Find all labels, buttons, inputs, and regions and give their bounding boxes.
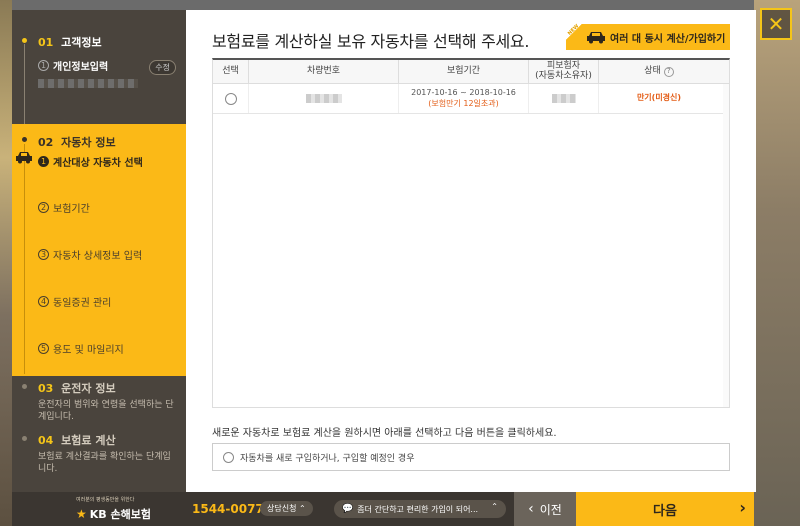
footer-bar: 여러분의 평생동반을 위한다 ★ KB 손해보험 1544-0077 상담신청 ⌃… xyxy=(12,492,754,526)
brand-slogan: 여러분의 평생동반을 위한다 xyxy=(76,497,135,503)
step-description: 운전자의 범위와 연령을 선택하는 단계입니다. xyxy=(38,400,174,422)
step-connector xyxy=(24,144,25,374)
step-description: 보험료 계산결과를 확인하는 단계입니다. xyxy=(38,452,171,474)
table-row[interactable]: 2017-10-16 ~ 2018-10-16 (보험만기 12일초과) 만기(… xyxy=(213,84,729,114)
help-icon[interactable]: ? xyxy=(663,66,674,77)
sub-step-number-icon: 4 xyxy=(38,296,49,307)
sub-step-number-icon: 5 xyxy=(38,343,49,354)
step-title: 운전자 정보 xyxy=(61,382,116,395)
period-value: 2017-10-16 ~ 2018-10-16 xyxy=(411,87,516,97)
kb-star-icon: ★ xyxy=(76,507,87,521)
sub-step-label: 동일증권 관리 xyxy=(53,298,112,309)
sub-step-number-icon: 3 xyxy=(38,249,49,260)
step-4-premium-calc: 04 보험료 계산 보험료 계산결과를 확인하는 단계입니다. xyxy=(12,432,186,475)
col-select: 선택 xyxy=(213,60,249,83)
close-icon: ✕ xyxy=(767,12,785,36)
kb-logo: 여러분의 평생동반을 위한다 ★ KB 손해보험 xyxy=(12,492,184,526)
sub-step-car-details[interactable]: 3 자동차 상세정보 입력 xyxy=(38,247,142,262)
page-title: 보험료를 계산하실 보유 자동차를 선택해 주세요. xyxy=(212,32,530,51)
status-badge: 만기(미경신) xyxy=(636,93,682,103)
chevron-left-icon: ‹ xyxy=(528,501,534,517)
consult-button[interactable]: 상담신청 ⌃ xyxy=(260,501,313,516)
step-dot xyxy=(22,137,27,142)
next-button[interactable]: 다음 › xyxy=(576,492,754,526)
step-number: 04 xyxy=(38,434,54,447)
table-header: 선택 차량번호 보험기간 피보험자 (자동차소유자) 상태 ? xyxy=(213,60,729,84)
col-insured: 피보험자 (자동차소유자) xyxy=(529,60,599,83)
table-scrollbar[interactable] xyxy=(723,84,729,407)
new-car-notice: 새로운 자동차로 보험료 계산을 원하시면 아래를 선택하고 다음 버튼을 클릭… xyxy=(212,428,557,439)
chevron-right-icon: › xyxy=(739,498,746,517)
col-period: 보험기간 xyxy=(399,60,529,83)
period-note: (보험만기 12일초과) xyxy=(428,98,499,108)
masked-insured xyxy=(551,94,576,103)
step-2-car-info: 02 자동차 정보 1 계산대상 자동차 선택 2 보험기간 3 자동차 상세정… xyxy=(12,124,186,376)
sub-step-insurance-period[interactable]: 2 보험기간 xyxy=(38,200,90,215)
car-table: 선택 차량번호 보험기간 피보험자 (자동차소유자) 상태 ? 2017-10-… xyxy=(212,58,730,408)
multi-car-calc-button[interactable]: NEW 여러 대 동시 계산/가입하기 xyxy=(566,23,730,50)
close-button[interactable]: ✕ xyxy=(760,8,792,40)
step-dot xyxy=(22,38,27,43)
brand-name: KB 손해보험 xyxy=(89,508,151,521)
select-radio[interactable] xyxy=(224,92,237,105)
edit-button[interactable]: 수정 xyxy=(149,60,176,75)
sub-step-label: 보험기간 xyxy=(53,204,90,215)
sub-step-label: 계산대상 자동차 선택 xyxy=(53,158,143,169)
step-title: 고객정보 xyxy=(61,36,102,49)
sub-step-label: 자동차 상세정보 입력 xyxy=(53,251,143,262)
sub-step-number-icon: 1 xyxy=(38,156,49,167)
step-number: 02 xyxy=(38,136,54,149)
prev-label: 이전 xyxy=(539,502,562,517)
car-icon xyxy=(16,152,32,164)
phone-number[interactable]: 1544-0077 xyxy=(192,502,264,516)
new-car-label: 자동차를 새로 구입하거나, 구입할 예정인 경우 xyxy=(240,453,415,464)
sub-step-label: 용도 및 마일리지 xyxy=(53,345,124,356)
period-cell: 2017-10-16 ~ 2018-10-16 (보험만기 12일초과) xyxy=(399,84,529,113)
sub-step-number-icon: 2 xyxy=(38,202,49,213)
background-left xyxy=(0,0,12,526)
multi-car-calc-label: 여러 대 동시 계산/가입하기 xyxy=(610,33,726,45)
next-label: 다음 xyxy=(653,503,677,519)
step-3-driver-info: 03 운전자 정보 운전자의 범위와 연령을 선택하는 단계입니다. xyxy=(12,380,186,423)
new-car-radio[interactable] xyxy=(223,451,234,463)
step-title: 자동차 정보 xyxy=(61,136,116,149)
sub-step-number-icon: 1 xyxy=(38,60,49,71)
sub-step-label: 개인정보입력 xyxy=(53,62,109,73)
sub-step-select-car[interactable]: 1 계산대상 자동차 선택 xyxy=(38,154,143,169)
sub-step-usage-mileage[interactable]: 5 용도 및 마일리지 xyxy=(38,341,124,356)
chevron-up-icon: ⌃ xyxy=(491,502,498,511)
masked-personal-data xyxy=(38,79,138,88)
background-right xyxy=(754,0,800,526)
step-dot xyxy=(22,436,27,441)
col-status: 상태 ? xyxy=(599,60,719,83)
step-number: 01 xyxy=(38,36,54,49)
step-1-customer-info[interactable]: 01 고객정보 1 개인정보입력 수정 xyxy=(12,34,186,124)
main-panel: 보험료를 계산하실 보유 자동차를 선택해 주세요. NEW 여러 대 동시 계… xyxy=(186,10,756,492)
chat-bubble-icon: 💬 xyxy=(342,504,354,514)
masked-car-number xyxy=(305,94,342,103)
step-title: 보험료 계산 xyxy=(61,434,116,447)
new-car-option[interactable]: 자동차를 새로 구입하거나, 구입할 예정인 경우 xyxy=(212,443,730,471)
chat-text: 좀더 간단하고 편리한 가입이 되어... xyxy=(357,504,479,514)
col-car-number: 차량번호 xyxy=(249,60,399,83)
chat-bar[interactable]: 💬 좀더 간단하고 편리한 가입이 되어... ⌃ xyxy=(334,500,506,518)
step-dot xyxy=(22,384,27,389)
new-badge: NEW xyxy=(566,23,582,40)
car-icon xyxy=(587,32,605,44)
sub-step-policy-management[interactable]: 4 동일증권 관리 xyxy=(38,294,111,309)
step-sidebar: 01 고객정보 1 개인정보입력 수정 02 자동차 정보 1 계산대상 자동차… xyxy=(12,10,186,492)
step-number: 03 xyxy=(38,382,54,395)
prev-button[interactable]: ‹ 이전 xyxy=(514,492,576,526)
